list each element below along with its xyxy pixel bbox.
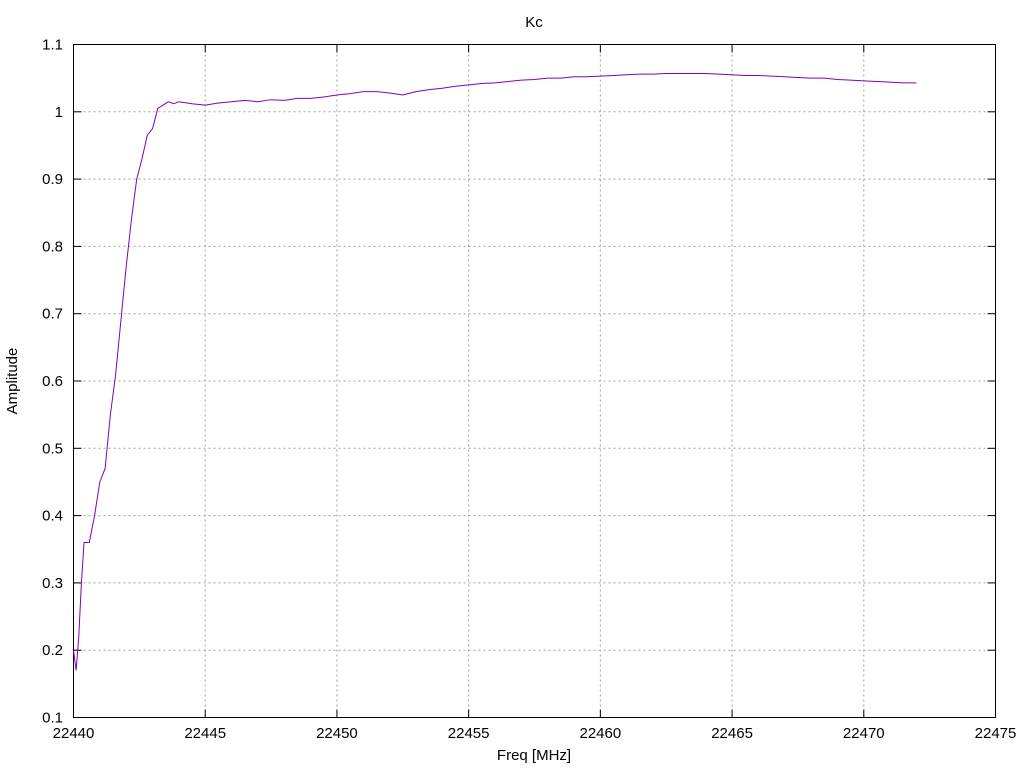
x-axis-title: Freq [MHz] — [497, 747, 571, 764]
chart: 22440 22445 22450 22455 22460 22465 22470 22475… — [4, 14, 1017, 764]
y-tick-label: 0.4 — [42, 508, 63, 525]
y-tick-label: 0.9 — [42, 171, 63, 188]
x-tick-label: 22440 — [53, 725, 95, 742]
grid — [73, 44, 996, 718]
x-tick-label: 22470 — [843, 725, 885, 742]
y-tick-label: 1 — [55, 104, 63, 121]
series-group — [73, 72, 917, 671]
y-tick-label: 0.3 — [42, 575, 63, 592]
y-tick-label: 0.8 — [42, 238, 63, 255]
x-tick-label: 22450 — [316, 725, 358, 742]
y-tick-label: 0.7 — [42, 306, 63, 323]
y-tick-label: 0.1 — [42, 710, 63, 727]
y-tick-label: 0.2 — [42, 642, 63, 659]
y-tick-label: 0.6 — [42, 373, 63, 390]
x-tick-labels: 22440 22445 22450 22455 22460 22465 22470 22475 — [53, 725, 1017, 742]
y-tick-label: 1.1 — [42, 37, 63, 54]
chart-title: Kc — [525, 14, 543, 31]
x-tick-label: 22465 — [711, 725, 753, 742]
y-axis-title: Amplitude — [4, 348, 21, 415]
x-tick-label: 22460 — [579, 725, 621, 742]
x-tick-label: 22475 — [975, 725, 1017, 742]
y-tick-label: 0.5 — [42, 440, 63, 457]
x-tick-label: 22445 — [184, 725, 226, 742]
y-tick-labels: 0.1 0.2 0.3 0.4 0.5 0.6 0.7 0.8 0.9 1 1.1 — [42, 37, 63, 727]
series-line — [73, 72, 917, 671]
x-tick-label: 22455 — [448, 725, 490, 742]
